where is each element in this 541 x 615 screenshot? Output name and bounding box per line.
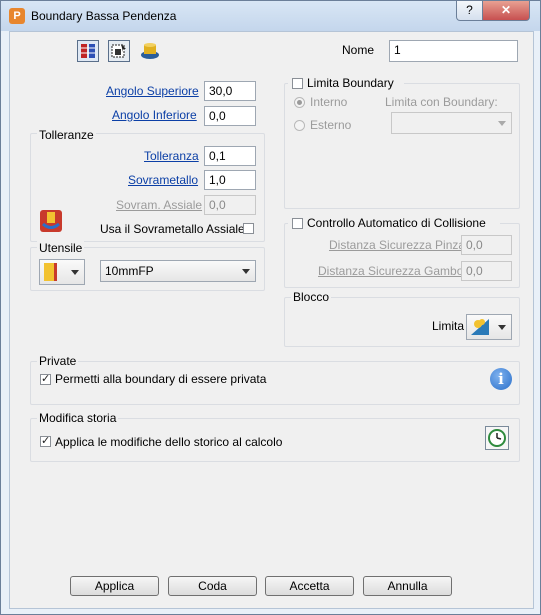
- limit-boundary-label: Limita Boundary: [307, 76, 394, 90]
- block-title: Blocco: [291, 290, 332, 304]
- name-field[interactable]: 1: [389, 40, 518, 62]
- outside-radio: [294, 120, 305, 131]
- name-label: Nome: [342, 43, 375, 57]
- stock-field[interactable]: 1,0: [204, 170, 256, 190]
- holder-clearance-field: 0,0: [461, 235, 512, 255]
- tool-title: Utensile: [37, 241, 85, 255]
- help-button[interactable]: ?: [456, 1, 483, 21]
- boundary-type-icon[interactable]: [77, 40, 99, 62]
- clock-icon[interactable]: [485, 426, 509, 450]
- shank-clearance-field: 0,0: [461, 261, 512, 281]
- stock-label[interactable]: Sovrametallo: [128, 173, 198, 187]
- holder-clearance-label: Distanza Sicurezza Pinza: [329, 238, 466, 252]
- lower-angle-field[interactable]: 0,0: [204, 106, 256, 126]
- close-button[interactable]: ✕: [482, 1, 530, 21]
- private-checkbox[interactable]: [40, 372, 51, 385]
- private-title: Private: [37, 354, 79, 368]
- axial-stock-field: 0,0: [204, 195, 256, 215]
- collision-checkbox[interactable]: [292, 218, 303, 229]
- cancel-button[interactable]: Annulla: [363, 576, 452, 596]
- tool-selected-value: 10mmFP: [105, 264, 154, 278]
- tolerance-label[interactable]: Tolleranza: [144, 149, 199, 163]
- shank-clearance-label: Distanza Sicurezza Gambo: [318, 264, 464, 278]
- dialog-window: P Boundary Bassa Pendenza ? ✕ Nome 1 Ang…: [0, 0, 541, 615]
- accept-button[interactable]: Accetta: [265, 576, 354, 596]
- inside-radio: [294, 97, 305, 108]
- limit-with-select: [391, 112, 512, 134]
- apply-button[interactable]: Applica: [70, 576, 159, 596]
- queue-button[interactable]: Coda: [168, 576, 257, 596]
- tolerance-field[interactable]: 0,1: [204, 146, 256, 166]
- history-label: Applica le modifiche dello storico al ca…: [55, 435, 283, 449]
- limit-with-label: Limita con Boundary:: [385, 95, 498, 109]
- private-label: Permetti alla boundary di essere privata: [55, 372, 267, 386]
- app-icon: P: [9, 8, 25, 24]
- upper-angle-label[interactable]: Angolo Superiore: [106, 84, 199, 98]
- history-title: Modifica storia: [37, 411, 119, 425]
- title-bar[interactable]: P Boundary Bassa Pendenza ? ✕: [1, 1, 540, 31]
- use-axial-stock-label: Usa il Sovrametallo Assiale: [100, 222, 245, 236]
- lower-angle-label[interactable]: Angolo Inferiore: [112, 108, 197, 122]
- block-limit-icon: [471, 319, 489, 335]
- limit-boundary-checkbox[interactable]: [292, 78, 303, 89]
- tool-type-icon: [44, 263, 57, 281]
- collision-label: Controllo Automatico di Collisione: [307, 216, 486, 230]
- tool-select[interactable]: 10mmFP: [100, 260, 256, 282]
- axial-stock-label: Sovram. Assiale: [116, 198, 203, 212]
- outside-label: Esterno: [310, 118, 352, 132]
- inside-label: Interno: [310, 95, 348, 109]
- upper-angle-field[interactable]: 30,0: [204, 81, 256, 101]
- dialog-body: Nome 1 Angolo Superiore 30,0 Angolo Infe…: [9, 31, 534, 609]
- chevron-down-icon: [71, 270, 79, 275]
- chevron-down-icon: [242, 269, 250, 274]
- window-title: Boundary Bassa Pendenza: [31, 9, 177, 23]
- tool-shape-icon[interactable]: [139, 41, 161, 61]
- info-icon[interactable]: i: [490, 368, 512, 390]
- boundary-select-icon[interactable]: [108, 40, 130, 62]
- block-limit-dropdown[interactable]: [466, 314, 512, 340]
- block-limit-label: Limita: [432, 319, 465, 333]
- history-checkbox[interactable]: [40, 434, 51, 447]
- tolerances-title: Tolleranze: [37, 128, 96, 142]
- use-axial-stock-checkbox[interactable]: [243, 223, 254, 234]
- tool-type-dropdown[interactable]: [39, 259, 85, 285]
- chevron-down-icon: [498, 325, 506, 330]
- chevron-down-icon: [498, 121, 506, 126]
- stock-tool-icon[interactable]: [39, 209, 63, 233]
